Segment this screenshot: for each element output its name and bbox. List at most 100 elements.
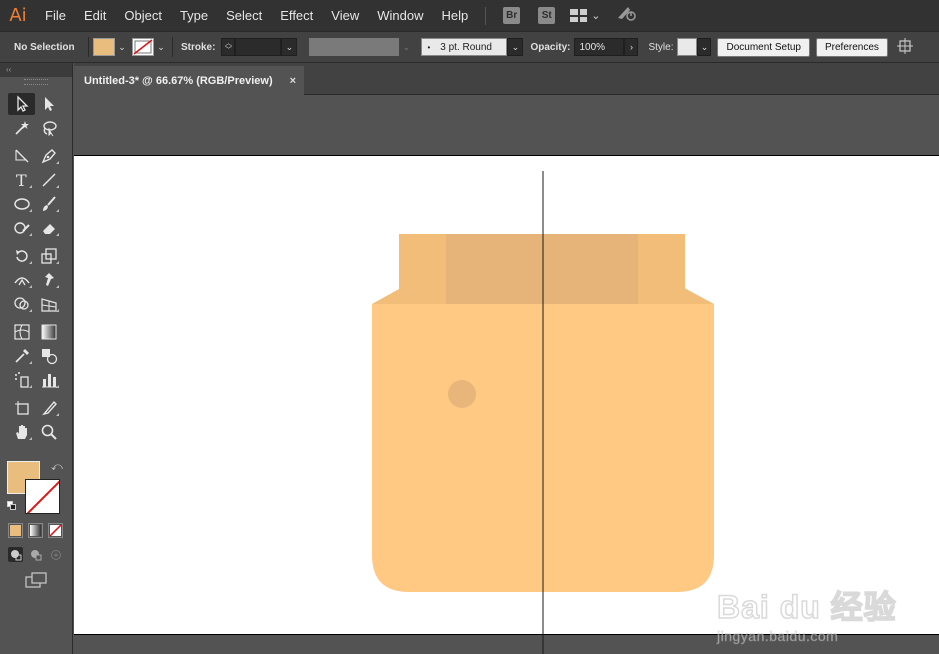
close-icon[interactable]: × bbox=[290, 75, 296, 87]
shape-builder-tool-icon[interactable] bbox=[8, 293, 35, 315]
menu-select[interactable]: Select bbox=[217, 0, 271, 31]
chevron-down-icon: ⌄ bbox=[591, 10, 601, 22]
draw-inside-icon[interactable] bbox=[48, 547, 63, 562]
brush-dot-icon: • bbox=[427, 42, 431, 52]
stroke-weight-field[interactable] bbox=[235, 38, 282, 56]
default-fill-stroke-icon[interactable] bbox=[7, 501, 17, 511]
arrange-documents-button[interactable]: ⌄ bbox=[570, 9, 600, 22]
direct-selection-tool-icon[interactable] bbox=[35, 93, 62, 115]
document-tab-bar: Untitled-3* @ 66.67% (RGB/Preview) × bbox=[74, 63, 939, 95]
slice-tool-icon[interactable] bbox=[35, 397, 62, 419]
brush-definition[interactable]: • 3 pt. Round bbox=[421, 38, 508, 56]
scale-tool-icon[interactable] bbox=[35, 245, 62, 267]
separator bbox=[88, 37, 89, 57]
none-mode-icon[interactable] bbox=[48, 523, 63, 538]
fill-stroke-control: ⤺ bbox=[7, 461, 65, 517]
zoom-tool-icon[interactable] bbox=[35, 421, 62, 443]
tools-panel: ‹‹ T ⤺ bbox=[0, 63, 73, 654]
type-tool-icon[interactable]: T bbox=[8, 169, 35, 191]
curvature-tool-icon[interactable] bbox=[8, 145, 35, 167]
artboard-tool-icon[interactable] bbox=[8, 397, 35, 419]
eyedropper-tool-icon[interactable] bbox=[8, 345, 35, 367]
mesh-tool-icon[interactable] bbox=[8, 321, 35, 343]
width-tool-icon[interactable] bbox=[8, 269, 35, 291]
bag-inner-shadow[interactable] bbox=[446, 234, 638, 304]
hand-tool-icon[interactable] bbox=[8, 421, 35, 443]
pen-tool-icon[interactable] bbox=[35, 145, 62, 167]
menu-view[interactable]: View bbox=[322, 0, 368, 31]
illustrator-window: Ai File Edit Object Type Select Effect V… bbox=[0, 0, 939, 654]
svg-text:T: T bbox=[16, 171, 27, 189]
menu-separator bbox=[485, 6, 487, 25]
panel-grip[interactable] bbox=[24, 79, 48, 85]
arrange-grid-icon bbox=[570, 9, 588, 22]
lasso-tool-icon[interactable] bbox=[35, 117, 62, 139]
gradient-tool-icon[interactable] bbox=[35, 321, 62, 343]
transform-icon[interactable] bbox=[896, 37, 914, 58]
paintbrush-tool-icon[interactable] bbox=[35, 193, 62, 215]
separator bbox=[172, 37, 173, 57]
stepper-up-icon[interactable]: ︿ bbox=[225, 40, 232, 47]
selection-tool-icon[interactable] bbox=[8, 93, 35, 115]
tool-grid: T bbox=[8, 93, 68, 445]
document-tab-title: Untitled-3* @ 66.67% (RGB/Preview) bbox=[84, 74, 273, 87]
fill-dropdown-chevron-icon[interactable]: ⌄ bbox=[115, 38, 129, 56]
column-graph-tool-icon[interactable] bbox=[35, 369, 62, 391]
variable-width-profile[interactable] bbox=[309, 38, 400, 56]
stepper-down-icon[interactable]: ﹀ bbox=[225, 47, 232, 54]
perspective-grid-tool-icon[interactable] bbox=[35, 293, 62, 315]
rotate-tool-icon[interactable] bbox=[8, 245, 35, 267]
magic-wand-tool-icon[interactable] bbox=[8, 117, 35, 139]
app-logo: Ai bbox=[9, 5, 27, 26]
shaper-tool-icon[interactable] bbox=[8, 217, 35, 239]
ellipse-tool-icon[interactable] bbox=[8, 193, 35, 215]
stroke-weight-dropdown-chevron-icon[interactable]: ⌄ bbox=[281, 38, 298, 56]
document-tab[interactable]: Untitled-3* @ 66.67% (RGB/Preview) × bbox=[74, 66, 304, 95]
draw-behind-icon[interactable] bbox=[28, 547, 43, 562]
menu-window[interactable]: Window bbox=[368, 0, 432, 31]
stroke-dropdown-chevron-icon[interactable]: ⌄ bbox=[154, 38, 168, 56]
menu-type[interactable]: Type bbox=[171, 0, 217, 31]
style-dropdown-chevron-icon[interactable]: ⌄ bbox=[697, 38, 712, 56]
bag-dot[interactable] bbox=[448, 380, 476, 408]
profile-dropdown-chevron-icon[interactable]: ⌄ bbox=[399, 38, 413, 56]
watermark: Bai du 经验 jingyan.baidu.com bbox=[709, 568, 939, 648]
screen-mode-icon[interactable] bbox=[24, 571, 48, 594]
blend-tool-icon[interactable] bbox=[35, 345, 62, 367]
menu-file[interactable]: File bbox=[36, 0, 75, 31]
gradient-mode-icon[interactable] bbox=[28, 523, 43, 538]
opacity-field[interactable]: 100% bbox=[574, 38, 625, 56]
draw-normal-icon[interactable] bbox=[8, 547, 23, 562]
menu-edit[interactable]: Edit bbox=[75, 0, 115, 31]
graphic-style-swatch[interactable] bbox=[677, 38, 698, 56]
drawing-mode-row bbox=[8, 547, 63, 562]
line-segment-tool-icon[interactable] bbox=[35, 169, 62, 191]
control-bar: No Selection ⌄ ⌄ Stroke: ︿ ﹀ ⌄ ⌄ • 3 pt. … bbox=[0, 31, 939, 63]
preferences-button[interactable]: Preferences bbox=[815, 37, 888, 57]
watermark-site: jingyan.baidu.com bbox=[717, 628, 839, 645]
eraser-tool-icon[interactable] bbox=[35, 217, 62, 239]
color-mode-icon[interactable] bbox=[8, 523, 23, 538]
document-setup-button[interactable]: Document Setup bbox=[717, 37, 810, 57]
brush-definition-label: 3 pt. Round bbox=[440, 41, 492, 53]
selection-status: No Selection bbox=[14, 41, 75, 53]
opacity-arrow-icon[interactable]: › bbox=[624, 38, 639, 56]
menu-object[interactable]: Object bbox=[115, 0, 171, 31]
collapse-panel-icon[interactable]: ‹‹ bbox=[0, 63, 72, 77]
stroke-color-swatch[interactable] bbox=[25, 479, 60, 514]
stroke-swatch[interactable] bbox=[132, 38, 154, 56]
style-label: Style: bbox=[648, 41, 674, 53]
brush-dropdown-chevron-icon[interactable]: ⌄ bbox=[507, 38, 524, 56]
swap-fill-stroke-icon[interactable]: ⤺ bbox=[51, 461, 63, 474]
stock-button[interactable]: St bbox=[538, 7, 556, 24]
menu-bar: Ai File Edit Object Type Select Effect V… bbox=[0, 0, 939, 31]
stroke-weight-stepper[interactable]: ︿ ﹀ bbox=[221, 38, 236, 56]
menu-effect[interactable]: Effect bbox=[271, 0, 322, 31]
bridge-button[interactable]: Br bbox=[503, 7, 521, 24]
menu-help[interactable]: Help bbox=[432, 0, 477, 31]
canvas[interactable]: Bai du 经验 jingyan.baidu.com bbox=[74, 95, 939, 654]
puppet-warp-tool-icon[interactable] bbox=[35, 269, 62, 291]
fill-swatch[interactable] bbox=[93, 38, 115, 56]
symbol-sprayer-tool-icon[interactable] bbox=[8, 369, 35, 391]
gpu-performance-icon[interactable] bbox=[616, 4, 638, 27]
